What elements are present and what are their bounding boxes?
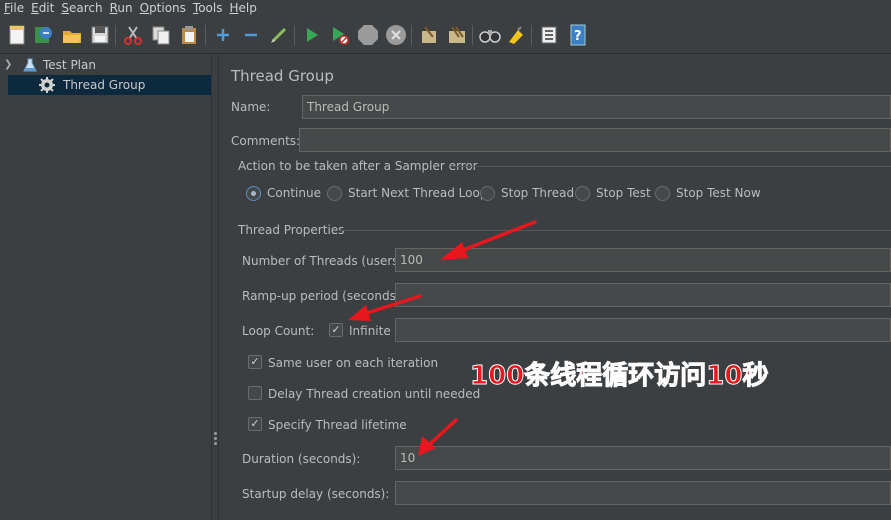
- delay-thread-checkbox[interactable]: [248, 386, 262, 400]
- name-label: Name:: [231, 100, 271, 114]
- stop-icon[interactable]: [357, 24, 379, 46]
- threads-field[interactable]: 100: [395, 248, 891, 272]
- page-title: Thread Group: [231, 67, 334, 85]
- tree-item-thread-group[interactable]: Thread Group: [8, 75, 211, 95]
- menu-edit[interactable]: Edit: [27, 0, 57, 16]
- same-user-label: Same user on each iteration: [268, 356, 439, 370]
- menu-search[interactable]: Search: [57, 0, 105, 16]
- grip-dot: [214, 442, 217, 445]
- loop-count-label: Loop Count:: [242, 324, 315, 338]
- radio-label-stop-test: Stop Test: [596, 186, 651, 200]
- reset-search-icon[interactable]: [505, 24, 527, 46]
- infinite-checkbox[interactable]: ✓: [329, 323, 343, 337]
- radio-label-stop-test-now: Stop Test Now: [676, 186, 761, 200]
- menu-help[interactable]: Help: [226, 0, 260, 16]
- radio-stop-test[interactable]: [575, 186, 590, 201]
- thread-properties-label: Thread Properties: [238, 223, 345, 237]
- grip-dot: [214, 437, 217, 440]
- toolbar-separator: [115, 25, 116, 45]
- start-icon[interactable]: [301, 24, 323, 46]
- menu-bar: File Edit Search Run Options Tools Help: [0, 0, 891, 16]
- threads-label: Number of Threads (users):: [242, 254, 408, 268]
- radio-label-stop-thread: Stop Thread: [501, 186, 575, 200]
- flask-icon: [23, 58, 37, 72]
- test-plan-tree: ❯ Test Plan Thread Group: [0, 55, 211, 520]
- open-icon[interactable]: [61, 24, 83, 46]
- toolbar-separator: [205, 25, 206, 45]
- new-icon[interactable]: [6, 24, 28, 46]
- paste-icon[interactable]: [178, 24, 200, 46]
- help-icon[interactable]: ?: [567, 24, 589, 46]
- comments-field[interactable]: [299, 128, 891, 152]
- toolbar-separator: [531, 25, 532, 45]
- svg-text:?: ?: [574, 29, 582, 44]
- cut-icon[interactable]: [122, 24, 144, 46]
- copy-icon[interactable]: [150, 24, 172, 46]
- tree-label: Test Plan: [43, 58, 96, 72]
- shutdown-icon[interactable]: [385, 24, 407, 46]
- start-no-pauses-icon[interactable]: [329, 24, 351, 46]
- thread-lifetime-checkbox[interactable]: ✓: [248, 417, 262, 431]
- infinite-label: Infinite: [349, 324, 391, 338]
- splitter-handle[interactable]: [211, 55, 219, 520]
- radio-label-start-next-loop: Start Next Thread Loop: [348, 186, 488, 200]
- expand-icon[interactable]: [212, 24, 234, 46]
- error-group-label: Action to be taken after a Sampler error: [238, 159, 478, 173]
- tree-item-test-plan[interactable]: ❯ Test Plan: [0, 55, 211, 75]
- collapse-icon[interactable]: [240, 24, 262, 46]
- radio-label-continue: Continue: [267, 186, 321, 200]
- delay-thread-label: Delay Thread creation until needed: [268, 387, 481, 401]
- templates-icon[interactable]: [32, 24, 54, 46]
- gear-icon: [39, 77, 55, 93]
- menu-tools[interactable]: Tools: [189, 0, 226, 16]
- annotation-text: 100条线程循环访问10秒: [469, 361, 769, 392]
- save-icon[interactable]: [89, 24, 111, 46]
- duration-label: Duration (seconds):: [242, 452, 361, 466]
- tree-label: Thread Group: [63, 78, 146, 92]
- toolbar: ?: [0, 17, 891, 54]
- toggle-icon[interactable]: [268, 24, 290, 46]
- radio-stop-thread[interactable]: [480, 186, 495, 201]
- group-divider: [450, 166, 891, 167]
- chevron-down-icon[interactable]: ❯: [4, 55, 12, 75]
- clear-all-icon[interactable]: [446, 24, 468, 46]
- thread-group-panel: Thread Group Name: Thread Group Comments…: [220, 55, 891, 520]
- radio-stop-test-now[interactable]: [655, 186, 670, 201]
- comments-label: Comments:: [231, 134, 301, 148]
- toolbar-separator: [294, 25, 295, 45]
- clear-icon[interactable]: [418, 24, 440, 46]
- rampup-label: Ramp-up period (seconds):: [242, 289, 405, 303]
- startup-delay-field[interactable]: [395, 481, 891, 505]
- menu-options[interactable]: Options: [136, 0, 189, 16]
- rampup-field[interactable]: [395, 283, 891, 307]
- same-user-checkbox[interactable]: ✓: [248, 355, 262, 369]
- toolbar-separator: [411, 25, 412, 45]
- radio-start-next-loop[interactable]: [327, 186, 342, 201]
- function-helper-icon[interactable]: [538, 24, 560, 46]
- toolbar-separator: [472, 25, 473, 45]
- name-field[interactable]: Thread Group: [302, 95, 891, 119]
- menu-file[interactable]: File: [0, 0, 27, 16]
- loop-count-field[interactable]: [395, 318, 891, 342]
- menu-run[interactable]: Run: [106, 0, 136, 16]
- group-divider: [340, 230, 891, 231]
- duration-field[interactable]: 10: [395, 446, 891, 470]
- search-icon[interactable]: [479, 24, 501, 46]
- radio-continue[interactable]: [246, 186, 261, 201]
- grip-dot: [214, 432, 217, 435]
- startup-delay-label: Startup delay (seconds):: [242, 487, 390, 501]
- thread-lifetime-label: Specify Thread lifetime: [268, 418, 407, 432]
